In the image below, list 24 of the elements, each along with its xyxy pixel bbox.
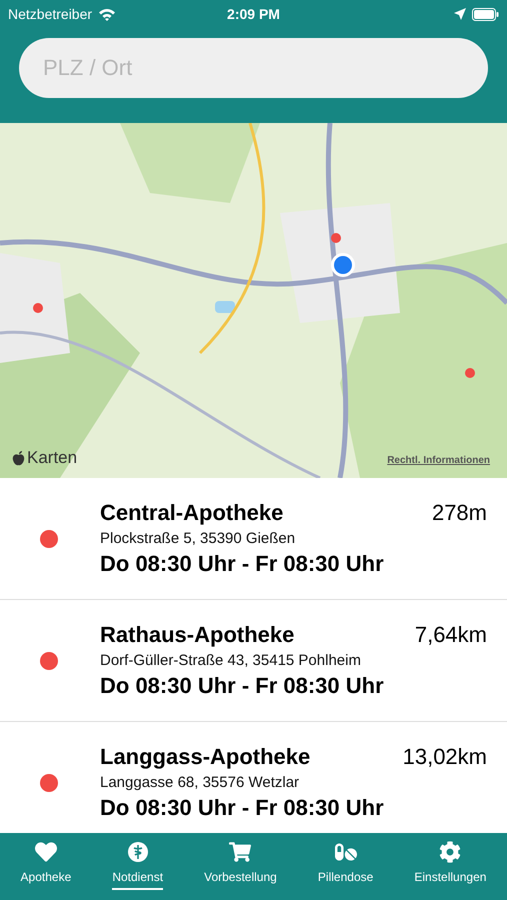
distance: 7,64km <box>414 622 487 648</box>
distance: 13,02km <box>402 744 487 770</box>
opening-hours: Do 08:30 Uhr - Fr 08:30 Uhr <box>100 551 385 577</box>
tab[interactable]: Notdienst <box>112 841 164 890</box>
opening-hours: Do 08:30 Uhr - Fr 08:30 Uhr <box>100 795 385 821</box>
opening-hours: Do 08:30 Uhr - Fr 08:30 Uhr <box>100 673 385 699</box>
search-field[interactable]: PLZ / Ort <box>19 38 488 98</box>
distance: 278m <box>432 500 487 526</box>
tab[interactable]: Einstellungen <box>414 841 486 890</box>
tab[interactable]: Pillendose <box>318 841 374 890</box>
pharmacy-address: Plockstraße 5, 35390 Gießen <box>100 530 296 547</box>
pharmacy-row[interactable]: Central-Apotheke 278m Plockstraße 5, 35390 Gießen Do 08:30 Uhr - Fr 08:30 Uhr <box>0 478 507 600</box>
pharmacy-address: Langgasse 68, 35576 Wetzlar <box>100 774 300 791</box>
tab[interactable]: Vorbestellung <box>204 841 277 890</box>
pharmacy-name: Rathaus-Apotheke <box>100 622 294 648</box>
carrier-name: Netzbetreiber <box>8 6 92 22</box>
pharmacy-name: Central-Apotheke <box>100 500 284 526</box>
pharmacy-row[interactable]: Rathaus-Apotheke 7,64km Dorf-Güller-Straße 43, 35415 Pohlheim Do 08:30 Uhr - Fr 08:30 Uhr <box>0 600 507 722</box>
pharmacy-name: Langgass-Apotheke <box>100 744 310 770</box>
tab[interactable]: Apotheke <box>20 841 72 890</box>
map-attribution: Karten <box>27 448 78 468</box>
pharmacy-address: Dorf-Güller-Straße 43, 35415 Pohlheim <box>100 652 362 669</box>
legal-info-link[interactable]: Rechtl. Informationen <box>387 455 490 466</box>
status-time: 2:09 PM <box>227 6 280 22</box>
